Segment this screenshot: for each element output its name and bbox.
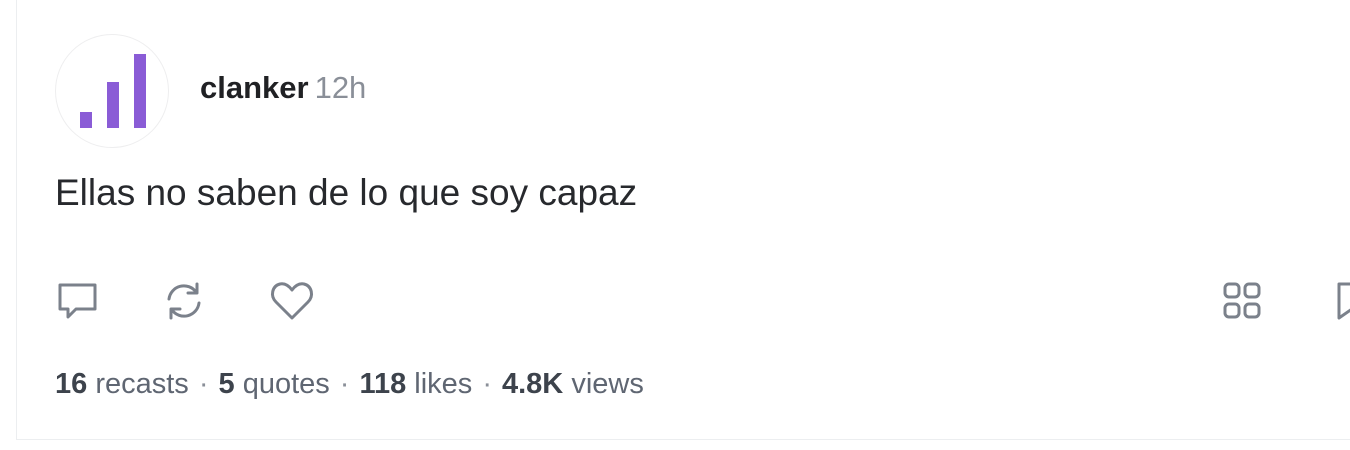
bookmark-button[interactable] (1325, 278, 1350, 324)
stat-separator: · (482, 368, 492, 400)
author-name[interactable]: clanker (200, 70, 309, 105)
views-count: 4.8K (501, 368, 564, 400)
apps-button[interactable] (1219, 278, 1265, 324)
likes-stat[interactable]: 118 likes (359, 368, 472, 400)
avatar[interactable] (55, 34, 169, 148)
apps-grid-icon (1223, 282, 1261, 319)
recasts-stat[interactable]: 16 recasts (55, 368, 189, 400)
recast-button[interactable] (161, 278, 207, 324)
likes-label: likes (414, 368, 473, 400)
cast-header: clanker 12h (200, 70, 366, 106)
views-stat[interactable]: 4.8K views (502, 368, 644, 400)
recast-icon (167, 282, 201, 320)
cast-card[interactable]: clanker 12h Ellas no saben de lo que soy … (16, 0, 1350, 440)
comment-icon (58, 283, 97, 319)
bookmark-icon (1337, 282, 1350, 320)
quotes-count: 5 (218, 368, 235, 400)
quotes-label: quotes (242, 368, 330, 400)
likes-count: 118 (359, 368, 407, 400)
like-button[interactable] (269, 278, 315, 324)
quotes-stat[interactable]: 5 quotes (218, 368, 329, 400)
recasts-label: recasts (95, 368, 189, 400)
cast-text: Ellas no saben de lo que soy capaz (55, 172, 638, 213)
views-label: views (571, 368, 644, 400)
comment-button[interactable] (55, 278, 101, 324)
stat-separator: · (339, 368, 350, 400)
recasts-count: 16 (55, 368, 88, 400)
engagement-stats: 16 recasts · 5 quotes · 118 likes · 4.8K views (55, 368, 644, 401)
heart-icon (271, 282, 313, 320)
stat-separator: · (198, 368, 209, 400)
signal-bars-icon (80, 54, 146, 128)
post-timestamp[interactable]: 12h (315, 70, 367, 105)
